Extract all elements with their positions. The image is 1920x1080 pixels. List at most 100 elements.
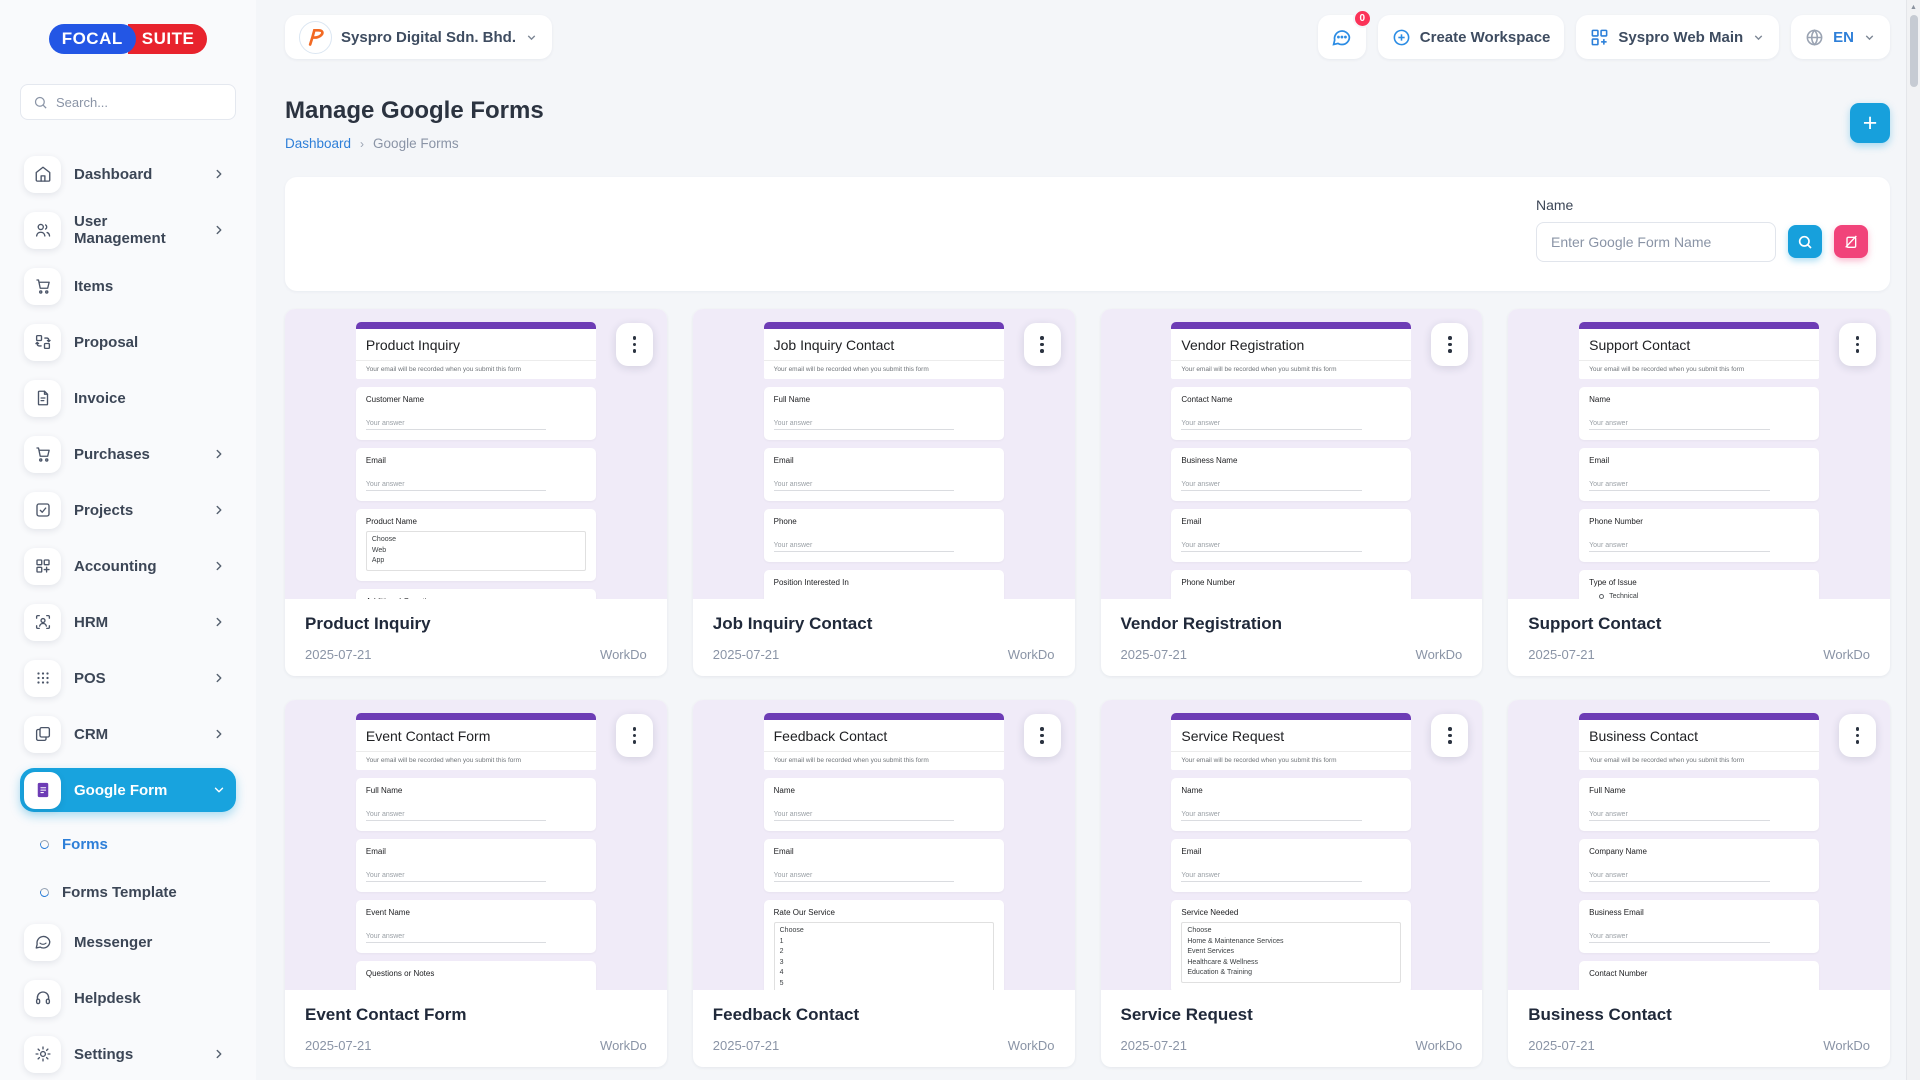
preview-form-title: Service Request — [1171, 720, 1411, 752]
search-button[interactable] — [1788, 225, 1822, 258]
sidebar-item-hrm[interactable]: HRM — [20, 600, 236, 644]
answer-placeholder: Your answer — [1181, 542, 1361, 552]
sidebar-item-purchases[interactable]: Purchases — [20, 432, 236, 476]
globe-icon — [1805, 28, 1824, 47]
form-card-service-request: Service RequestYour email will be record… — [1101, 700, 1483, 1067]
form-preview[interactable]: Feedback ContactYour email will be recor… — [693, 700, 1075, 990]
sidebar-search[interactable] — [20, 84, 236, 120]
workspace-selector[interactable]: Syspro Digital Sdn. Bhd. — [285, 15, 552, 59]
email-notice: Your email will be recorded when you sub… — [1171, 361, 1411, 379]
answer-placeholder: Your answer — [1589, 481, 1769, 491]
sidebar-item-label: Settings — [74, 1046, 133, 1063]
form-card-owner: WorkDo — [600, 1038, 647, 1053]
crm-icon — [24, 716, 61, 753]
create-workspace-button[interactable]: Create Workspace — [1378, 15, 1565, 59]
preview-field: EmailYour answer — [356, 448, 596, 501]
form-card-title: Business Contact — [1528, 1005, 1870, 1025]
form-card-owner: WorkDo — [1008, 1038, 1055, 1053]
card-menu-button[interactable] — [1839, 323, 1876, 366]
chevron-down-icon — [525, 31, 538, 44]
email-notice: Your email will be recorded when you sub… — [1579, 752, 1819, 770]
form-theme-bar — [356, 713, 596, 720]
chevron-down-icon — [212, 783, 226, 797]
form-card-title: Event Contact Form — [305, 1005, 647, 1025]
answer-placeholder: Your answer — [366, 481, 546, 491]
sidebar-search-input[interactable] — [56, 95, 223, 110]
preview-field: NameYour answer — [764, 778, 1004, 831]
card-menu-button[interactable] — [616, 714, 653, 757]
scrollbar[interactable]: ▲ — [1906, 0, 1920, 1080]
sidebar-item-google-form[interactable]: Google Form — [20, 768, 236, 812]
sidebar-item-pos[interactable]: POS — [20, 656, 236, 700]
preview-field: Product NameChooseWebApp — [356, 509, 596, 581]
answer-placeholder: Your answer — [1181, 811, 1361, 821]
preview-field: Contact NameYour answer — [1171, 387, 1411, 440]
preview-field: EmailYour answer — [1579, 448, 1819, 501]
sidebar-item-dashboard[interactable]: Dashboard — [20, 152, 236, 196]
sidebar-subitem-forms[interactable]: Forms — [20, 824, 236, 864]
chevron-right-icon — [212, 167, 226, 181]
mini-google-form: Event Contact FormYour email will be rec… — [356, 713, 596, 990]
form-preview[interactable]: Business ContactYour email will be recor… — [1508, 700, 1890, 990]
card-menu-button[interactable] — [1024, 714, 1061, 757]
sidebar-item-helpdesk[interactable]: Helpdesk — [20, 976, 236, 1020]
messages-button[interactable]: 0 — [1318, 15, 1366, 59]
answer-placeholder: Your answer — [1181, 420, 1361, 430]
card-menu-button[interactable] — [1024, 323, 1061, 366]
scrollbar-thumb[interactable] — [1910, 15, 1918, 87]
bullet-icon — [39, 886, 51, 898]
form-preview[interactable]: Event Contact FormYour email will be rec… — [285, 700, 667, 990]
sidebar-item-user-management[interactable]: User Management — [20, 208, 236, 252]
cart-icon — [24, 436, 61, 473]
sidebar-item-label: Accounting — [74, 558, 157, 575]
sidebar-item-messenger[interactable]: Messenger — [20, 920, 236, 964]
form-preview[interactable]: Vendor RegistrationYour email will be re… — [1101, 309, 1483, 599]
breadcrumb: Dashboard › Google Forms — [285, 136, 544, 151]
sidebar-item-crm[interactable]: CRM — [20, 712, 236, 756]
sidebar-item-items[interactable]: Items — [20, 264, 236, 308]
sidebar-item-label: User Management — [74, 213, 199, 247]
breadcrumb-dashboard-link[interactable]: Dashboard — [285, 136, 351, 151]
card-menu-button[interactable] — [1839, 714, 1876, 757]
select-options: ChooseWebApp — [366, 531, 586, 571]
card-menu-button[interactable] — [616, 323, 653, 366]
radio-option: Technical — [1589, 593, 1809, 599]
sidebar-item-label: Items — [74, 278, 113, 295]
preview-field: Additional QuestionsYour answer — [356, 589, 596, 600]
sidebar-item-label: Helpdesk — [74, 990, 141, 1007]
sidebar-item-settings[interactable]: Settings — [20, 1032, 236, 1076]
invoice-icon — [24, 380, 61, 417]
preview-form-title: Event Contact Form — [356, 720, 596, 752]
card-menu-button[interactable] — [1431, 323, 1468, 366]
app-menu-selector[interactable]: Syspro Web Main — [1576, 15, 1779, 59]
answer-placeholder: Your answer — [1589, 420, 1769, 430]
sidebar-item-label: Purchases — [74, 446, 150, 463]
breadcrumb-current: Google Forms — [373, 136, 459, 151]
mini-google-form: Service RequestYour email will be record… — [1171, 713, 1411, 990]
sidebar-subitem-forms-template[interactable]: Forms Template — [20, 872, 236, 912]
plus-circle-icon — [1392, 28, 1411, 47]
sidebar-item-projects[interactable]: Projects — [20, 488, 236, 532]
create-form-button[interactable]: + — [1850, 103, 1890, 143]
form-preview[interactable]: Job Inquiry ContactYour email will be re… — [693, 309, 1075, 599]
reset-filter-button[interactable] — [1834, 225, 1868, 258]
answer-placeholder: Your answer — [774, 542, 954, 552]
form-preview[interactable]: Product InquiryYour email will be record… — [285, 309, 667, 599]
form-preview[interactable]: Support ContactYour email will be record… — [1508, 309, 1890, 599]
form-card-owner: WorkDo — [1823, 647, 1870, 662]
preview-field: Business NameYour answer — [1171, 448, 1411, 501]
card-menu-button[interactable] — [1431, 714, 1468, 757]
language-selector[interactable]: EN — [1791, 15, 1890, 59]
sidebar-item-label: Invoice — [74, 390, 126, 407]
sidebar-item-invoice[interactable]: Invoice — [20, 376, 236, 420]
scrollbar-up-arrow[interactable]: ▲ — [1907, 0, 1920, 14]
forms-grid: Product InquiryYour email will be record… — [285, 309, 1890, 1067]
preview-field: Full NameYour answer — [764, 387, 1004, 440]
preview-field: EmailYour answer — [764, 839, 1004, 892]
mini-google-form: Vendor RegistrationYour email will be re… — [1171, 322, 1411, 599]
answer-placeholder: Your answer — [1589, 933, 1769, 943]
form-name-input[interactable] — [1536, 222, 1776, 262]
sidebar-item-proposal[interactable]: Proposal — [20, 320, 236, 364]
sidebar-item-accounting[interactable]: Accounting — [20, 544, 236, 588]
form-preview[interactable]: Service RequestYour email will be record… — [1101, 700, 1483, 990]
